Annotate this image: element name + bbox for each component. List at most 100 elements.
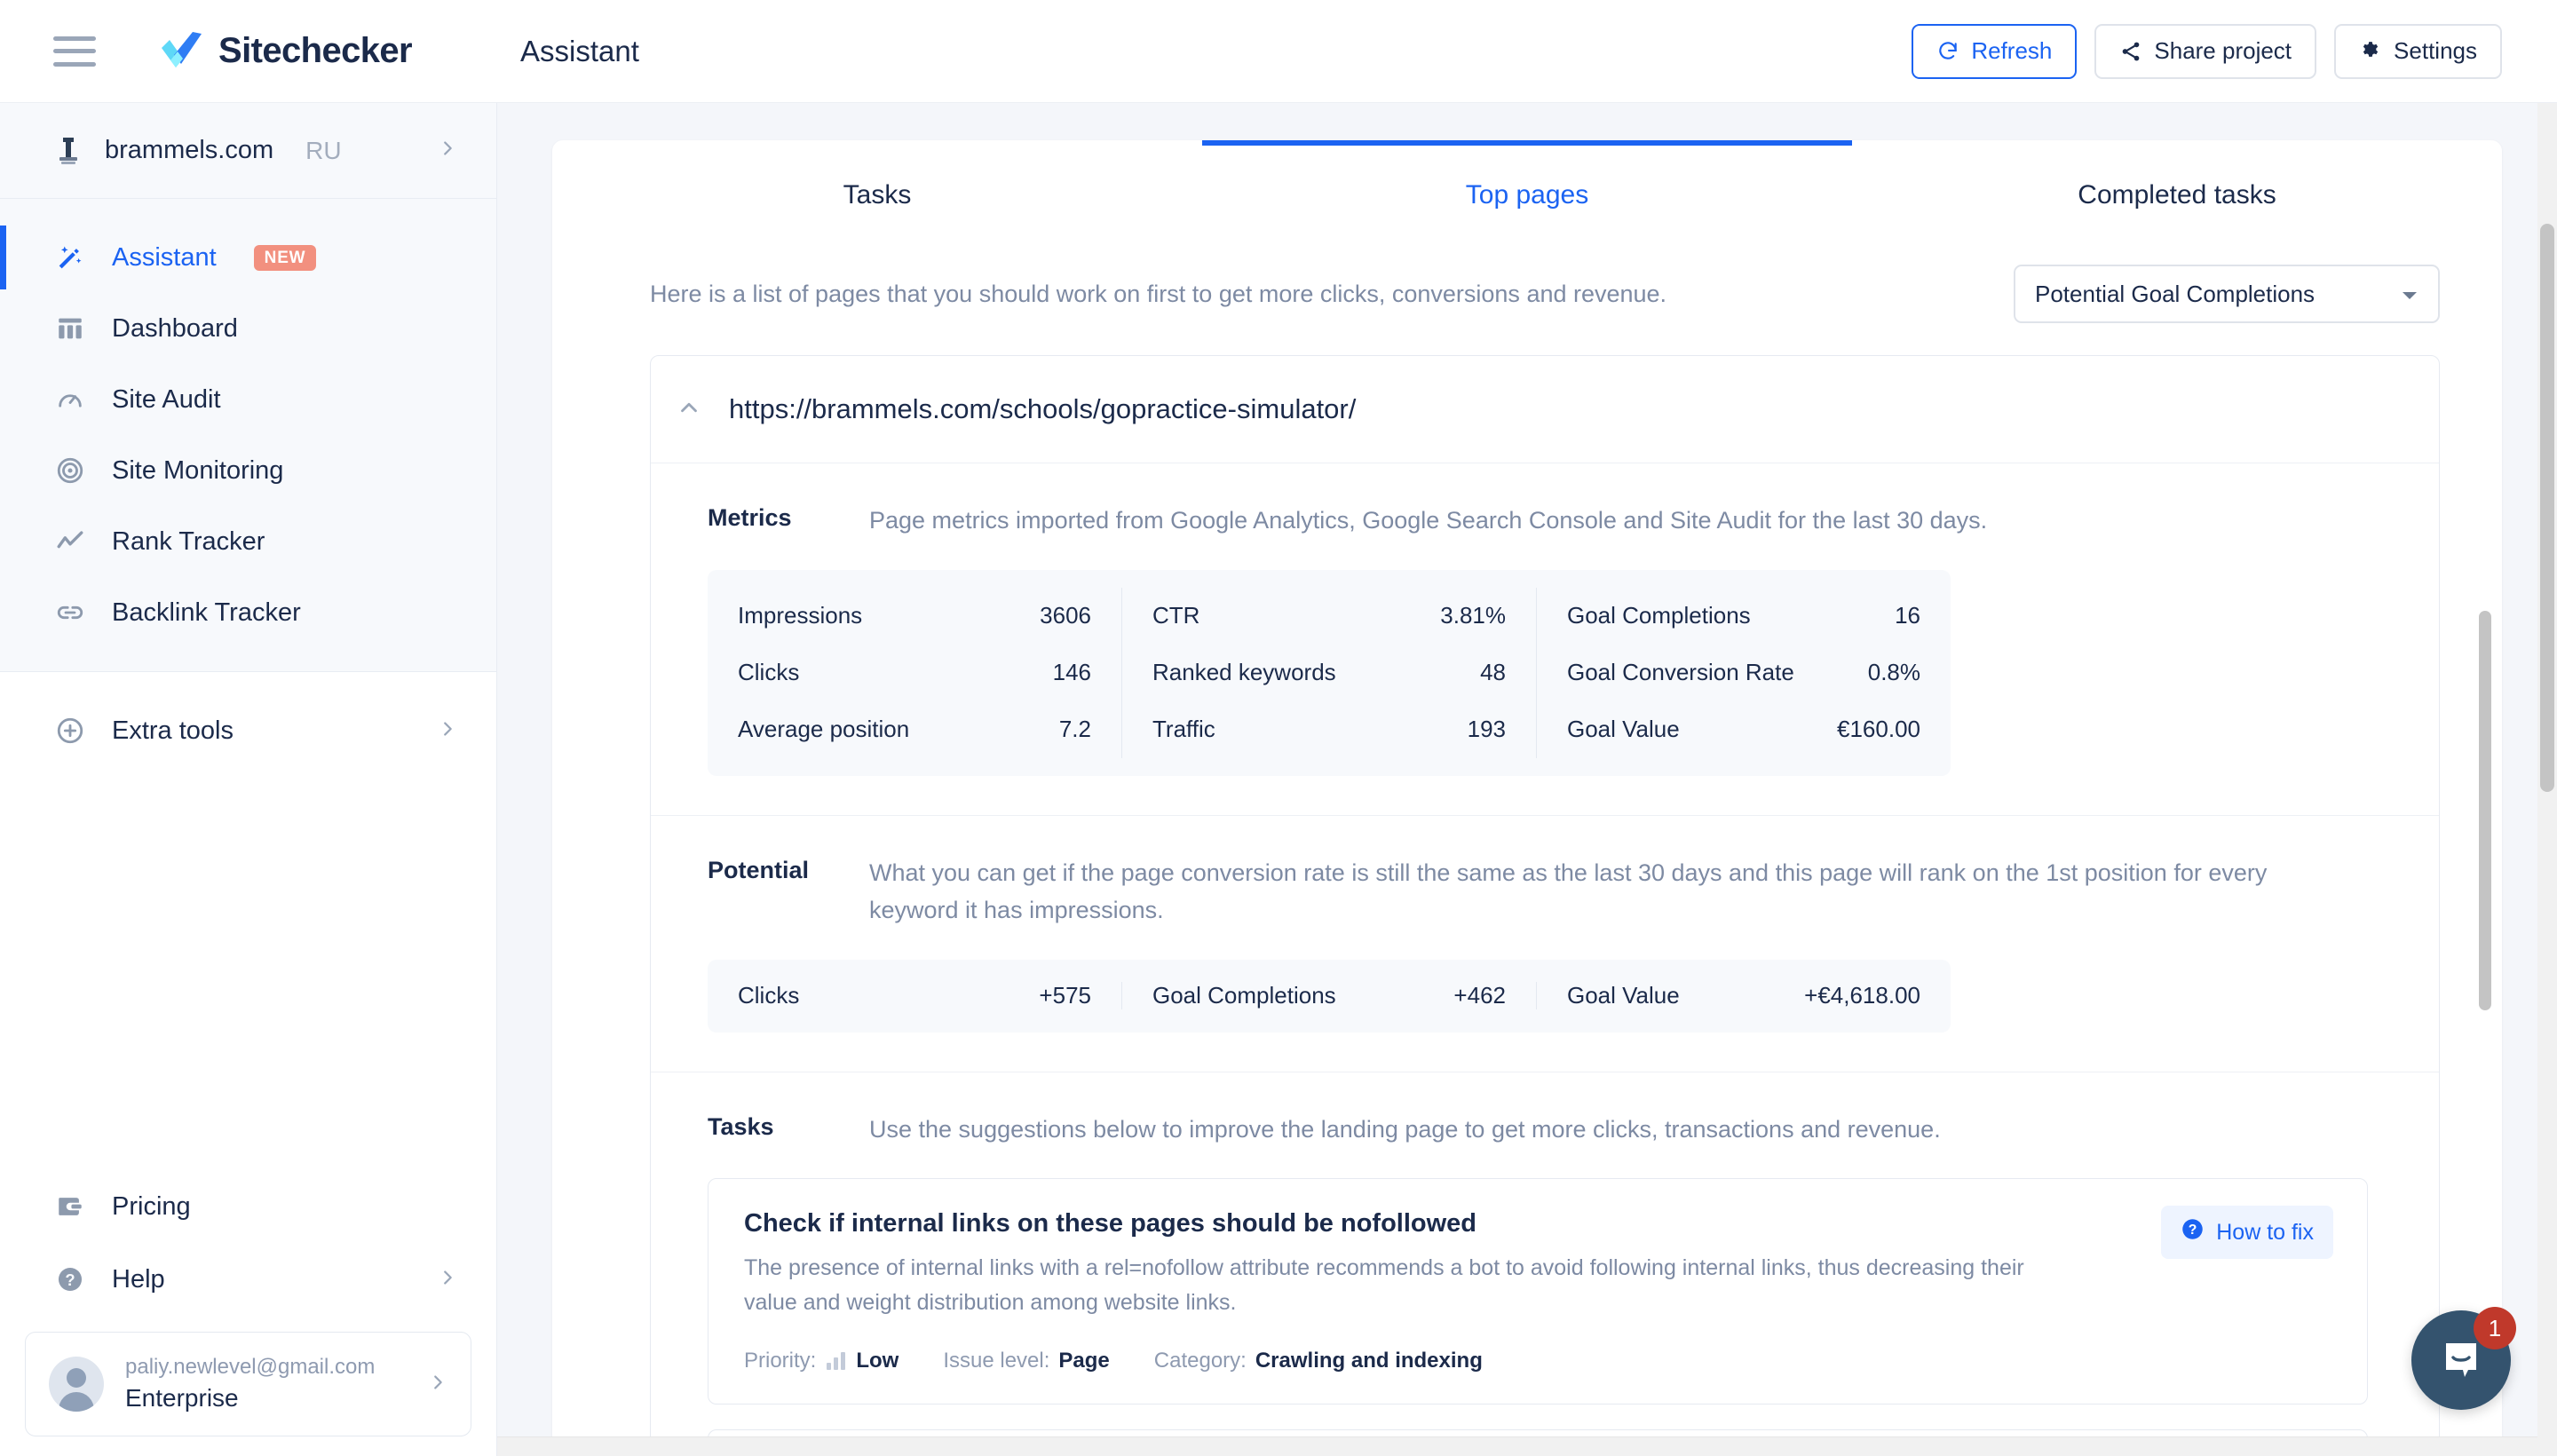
metric-label: Goal Conversion Rate xyxy=(1567,659,1794,686)
sidebar-item-label: Site Monitoring xyxy=(112,456,283,486)
share-project-button[interactable]: Share project xyxy=(2094,24,2316,79)
metric-label: Goal Completions xyxy=(1567,602,1751,629)
gauge-icon xyxy=(51,381,89,418)
task-priority-label: Priority: xyxy=(744,1349,816,1373)
task-title: Check if internal links on these pages s… xyxy=(744,1209,2331,1238)
tab-tasks[interactable]: Tasks xyxy=(552,140,1202,245)
gear-icon xyxy=(2359,40,2382,63)
sidebar-item-rank-tracker[interactable]: Rank Tracker xyxy=(0,506,496,577)
task-card: ? How to fix Check if internal links on … xyxy=(708,1178,2368,1405)
sort-select-value: Potential Goal Completions xyxy=(2035,281,2315,308)
user-plan: Enterprise xyxy=(125,1381,375,1415)
sidebar-item-label: Dashboard xyxy=(112,314,238,344)
intro-row: Here is a list of pages that you should … xyxy=(552,245,2502,343)
page-url[interactable]: https://brammels.com/schools/gopractice-… xyxy=(729,393,1356,425)
potential-label: Clicks xyxy=(738,982,799,1009)
metric-row: Goal Conversion Rate 0.8% xyxy=(1567,645,1920,701)
sitechecker-check-icon xyxy=(158,30,204,73)
top-page-header[interactable]: https://brammels.com/schools/gopractice-… xyxy=(651,356,2439,463)
potential-header: Potential What you can get if the page c… xyxy=(708,855,2400,930)
metrics-description: Page metrics imported from Google Analyt… xyxy=(869,502,1987,540)
sidebar-item-pricing[interactable]: Pricing xyxy=(0,1170,496,1243)
svg-text:?: ? xyxy=(65,1270,75,1289)
task-category-label: Category: xyxy=(1154,1349,1247,1373)
metrics-title: Metrics xyxy=(708,502,869,540)
how-to-fix-button[interactable]: ? How to fix xyxy=(2161,1206,2333,1259)
tab-completed-tasks[interactable]: Completed tasks xyxy=(1852,140,2502,245)
page-scrollbar-track[interactable] xyxy=(2537,103,2557,1456)
user-account-card[interactable]: paliy.newlevel@gmail.com Enterprise xyxy=(25,1332,471,1436)
sidebar-item-label: Backlink Tracker xyxy=(112,598,301,628)
magic-wand-icon xyxy=(51,239,89,276)
project-language: RU xyxy=(305,137,341,165)
main-content: Tasks Top pages Completed tasks Here is … xyxy=(497,103,2557,1456)
tab-top-pages[interactable]: Top pages xyxy=(1202,140,1852,245)
metric-label: Goal Value xyxy=(1567,716,1680,743)
settings-button[interactable]: Settings xyxy=(2334,24,2502,79)
metrics-column: Impressions 3606 Clicks 146 Average posi… xyxy=(708,588,1121,758)
wallet-icon xyxy=(51,1188,89,1225)
sidebar-item-label: Extra tools xyxy=(112,716,234,746)
potential-item: Goal Value +€4,618.00 xyxy=(1536,982,1951,1009)
trend-line-icon xyxy=(51,523,89,560)
user-email: paliy.newlevel@gmail.com xyxy=(125,1353,375,1381)
question-circle-icon: ? xyxy=(2181,1217,2205,1247)
page-scrollbar-thumb[interactable] xyxy=(2540,224,2554,792)
sidebar-item-site-audit[interactable]: Site Audit xyxy=(0,364,496,435)
plus-circle-icon xyxy=(51,712,89,749)
refresh-label: Refresh xyxy=(1971,37,2052,65)
task-meta: Priority: Low Issue level: Page Category… xyxy=(744,1349,2331,1373)
task-issue-level-label: Issue level: xyxy=(943,1349,1049,1373)
project-name: brammels.com xyxy=(105,136,273,165)
potential-grid: Clicks +575 Goal Completions +462 Goal V… xyxy=(708,960,1951,1033)
chevron-right-icon xyxy=(428,1373,447,1397)
sidebar-nav-primary: Assistant NEW Dashboard xyxy=(0,199,496,671)
hamburger-icon[interactable] xyxy=(53,36,96,67)
metric-label: Impressions xyxy=(738,602,862,629)
sidebar-item-label: Help xyxy=(112,1265,165,1294)
intercom-launcher[interactable]: 1 xyxy=(2411,1310,2511,1410)
potential-item: Goal Completions +462 xyxy=(1121,982,1536,1009)
potential-label: Goal Value xyxy=(1567,982,1680,1009)
potential-section: Potential What you can get if the page c… xyxy=(651,815,2439,1072)
metrics-grid: Impressions 3606 Clicks 146 Average posi… xyxy=(708,570,1951,776)
metric-row: Traffic 193 xyxy=(1152,701,1506,758)
settings-label: Settings xyxy=(2394,37,2477,65)
refresh-button[interactable]: Refresh xyxy=(1912,24,2077,79)
sidebar-item-dashboard[interactable]: Dashboard xyxy=(0,293,496,364)
metric-value: 193 xyxy=(1468,716,1506,743)
new-badge: NEW xyxy=(254,245,317,271)
how-to-fix-label: How to fix xyxy=(2216,1220,2314,1246)
chevron-up-icon[interactable] xyxy=(676,394,702,425)
project-selector[interactable]: brammels.com RU xyxy=(0,103,496,199)
sidebar-item-label: Site Audit xyxy=(112,385,221,415)
tab-bar: Tasks Top pages Completed tasks xyxy=(552,140,2502,245)
task-category-value: Crawling and indexing xyxy=(1255,1349,1483,1373)
tasks-title: Tasks xyxy=(708,1112,869,1149)
inner-scrollbar-thumb[interactable] xyxy=(2479,611,2491,1010)
sidebar-item-site-monitoring[interactable]: Site Monitoring xyxy=(0,435,496,506)
sidebar-item-help[interactable]: ? Help xyxy=(0,1243,496,1316)
metric-value: €160.00 xyxy=(1837,716,1920,743)
metric-row: Ranked keywords 48 xyxy=(1152,645,1506,701)
assistant-panel: Tasks Top pages Completed tasks Here is … xyxy=(552,140,2502,1456)
sidebar-item-backlink-tracker[interactable]: Backlink Tracker xyxy=(0,577,496,648)
question-circle-icon: ? xyxy=(51,1261,89,1298)
sidebar-item-extra-tools[interactable]: Extra tools xyxy=(0,695,496,766)
metric-value: 146 xyxy=(1053,659,1091,686)
sidebar-bottom: Pricing ? Help xyxy=(0,1170,496,1456)
sidebar-item-assistant[interactable]: Assistant NEW xyxy=(0,222,496,293)
potential-title: Potential xyxy=(708,855,869,930)
metric-row: Impressions 3606 xyxy=(738,588,1091,645)
brand-logo[interactable]: Sitechecker xyxy=(158,30,412,73)
task-issue-level-value: Page xyxy=(1058,1349,1109,1373)
metrics-section: Metrics Page metrics imported from Googl… xyxy=(651,463,2439,815)
task-priority-value: Low xyxy=(856,1349,899,1373)
link-icon xyxy=(51,594,89,631)
top-bar: Sitechecker Assistant Refresh xyxy=(0,0,2557,103)
potential-label: Goal Completions xyxy=(1152,982,1336,1009)
potential-value: +€4,618.00 xyxy=(1804,982,1920,1009)
horizontal-scrollbar[interactable] xyxy=(497,1436,2537,1456)
tasks-section: Tasks Use the suggestions below to impro… xyxy=(651,1072,2439,1456)
sort-select[interactable]: Potential Goal Completions xyxy=(2014,265,2440,323)
